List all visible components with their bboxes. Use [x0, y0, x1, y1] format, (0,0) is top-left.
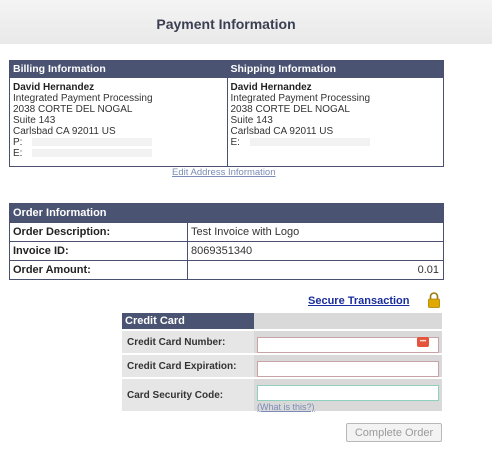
order-description-value: Test Invoice with Logo	[191, 226, 300, 238]
card-expiration-input[interactable]	[257, 360, 439, 377]
shipping-name: David Hernandez	[230, 82, 312, 93]
table-row: Order Amount: 0.01	[10, 260, 443, 279]
billing-phone-label: P:	[13, 137, 23, 148]
billing-column: Billing Information David Hernandez Inte…	[10, 61, 227, 166]
billing-street: 2038 CORTE DEL NOGAL	[13, 104, 133, 115]
credit-card-header: Credit Card	[122, 313, 254, 329]
card-security-label: Card Security Code:	[122, 379, 254, 411]
invoice-id-value: 8069351340	[191, 245, 253, 257]
address-table: Billing Information David Hernandez Inte…	[9, 60, 444, 167]
order-table: Order Information Order Description: Tes…	[9, 203, 444, 280]
credit-card-icon: •••	[417, 337, 429, 347]
card-number-label: Credit Card Number:	[122, 331, 254, 353]
shipping-suite: Suite 143	[230, 115, 273, 126]
shipping-company: Integrated Payment Processing	[230, 93, 371, 104]
order-header: Order Information	[10, 204, 443, 222]
order-description-label: Order Description:	[10, 223, 188, 241]
billing-email-redacted	[32, 149, 153, 158]
table-row: Order Description: Test Invoice with Log…	[10, 222, 443, 241]
what-is-this-link[interactable]: (What is this?)	[257, 402, 440, 412]
billing-header: Billing Information	[10, 61, 227, 78]
billing-suite: Suite 143	[13, 115, 56, 126]
lock-icon	[428, 292, 440, 308]
secure-transaction-link[interactable]: Secure Transaction	[308, 295, 410, 307]
credit-card-form: Credit Card Credit Card Number: ••• Cred…	[122, 313, 442, 412]
card-security-input[interactable]	[257, 384, 439, 401]
billing-company: Integrated Payment Processing	[13, 93, 153, 104]
card-number-input[interactable]	[257, 336, 439, 353]
complete-order-button[interactable]: Complete Order	[346, 423, 442, 442]
page-title: Payment Information	[156, 16, 296, 32]
billing-name: David Hernandez	[13, 82, 95, 93]
shipping-email-redacted	[249, 138, 370, 147]
billing-email-label: E:	[13, 148, 23, 159]
order-amount-label: Order Amount:	[10, 261, 188, 279]
billing-city: Carlsbad CA 92011 US	[13, 126, 116, 137]
shipping-city: Carlsbad CA 92011 US	[230, 126, 334, 137]
card-expiration-label: Credit Card Expiration:	[122, 355, 254, 377]
table-row: Invoice ID: 8069351340	[10, 241, 443, 260]
edit-address-link[interactable]: Edit Address Information	[172, 167, 276, 178]
billing-phone-redacted	[32, 138, 153, 147]
order-amount-value: 0.01	[417, 264, 439, 276]
invoice-id-label: Invoice ID:	[10, 242, 188, 260]
shipping-street: 2038 CORTE DEL NOGAL	[230, 104, 351, 115]
shipping-column: Shipping Information David Hernandez Int…	[226, 61, 443, 166]
shipping-email-label: E:	[230, 137, 240, 148]
shipping-header: Shipping Information	[227, 61, 443, 78]
